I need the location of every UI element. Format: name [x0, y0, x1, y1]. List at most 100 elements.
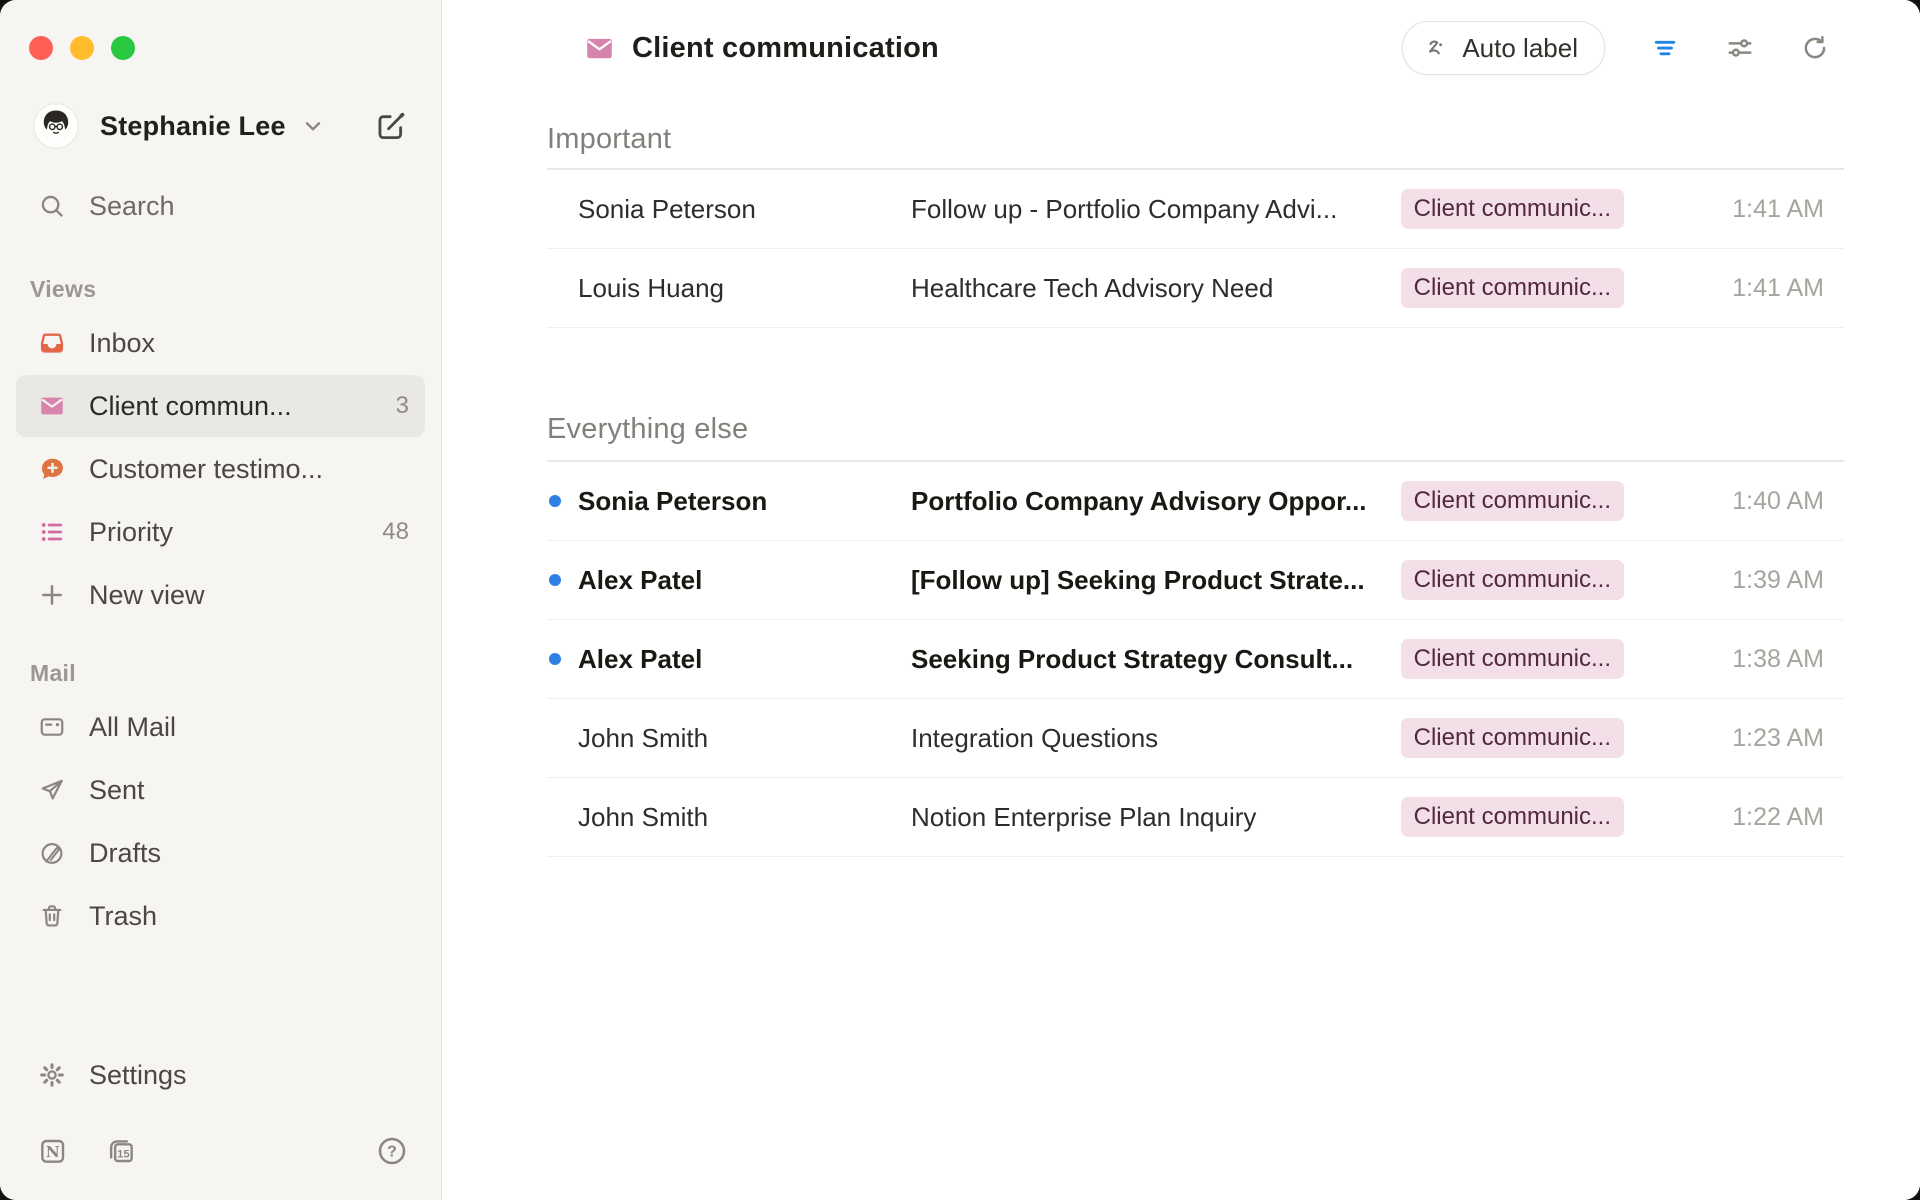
email-time: 1:38 AM [1624, 645, 1824, 674]
user-name: Stephanie Lee [100, 111, 286, 142]
plus-icon [38, 581, 66, 609]
email-time: 1:41 AM [1624, 195, 1824, 224]
email-subject: Integration Questions [911, 723, 1401, 754]
sidebar-nav: Views Inbox Client commun... 3 Customer test… [0, 242, 441, 948]
sidebar-item-trash[interactable]: Trash [16, 885, 425, 947]
list-icon [38, 518, 66, 546]
email-time: 1:22 AM [1624, 803, 1824, 832]
unread-dot-icon [549, 574, 561, 586]
sidebar-item-label: New view [89, 580, 205, 611]
label-badge: Client communic... [1401, 797, 1624, 837]
email-row[interactable]: Sonia PetersonFollow up - Portfolio Comp… [547, 170, 1844, 249]
svg-text:15: 15 [117, 1149, 130, 1161]
label-badge: Client communic... [1401, 718, 1624, 758]
label-badge: Client communic... [1401, 560, 1624, 600]
traffic-light-close[interactable] [29, 36, 53, 60]
email-time: 1:39 AM [1624, 566, 1824, 595]
sidebar: Stephanie Lee Search Views Inbox Client co… [0, 0, 442, 1200]
email-time: 1:23 AM [1624, 724, 1824, 753]
sidebar-item-label: Priority [89, 517, 173, 548]
compose-button[interactable] [374, 109, 408, 143]
mail-icon [38, 392, 66, 420]
email-sender: Alex Patel [578, 644, 911, 675]
display-options-button[interactable] [1725, 33, 1755, 63]
sidebar-item-inbox[interactable]: Inbox [16, 312, 425, 374]
window-controls [0, 0, 441, 60]
email-sender: Alex Patel [578, 565, 911, 596]
email-row[interactable]: John SmithIntegration QuestionsClient co… [547, 699, 1844, 778]
view-header: Client communication Auto label [442, 0, 1920, 96]
sidebar-section-label: Mail [16, 656, 425, 690]
sidebar-item-settings[interactable]: Settings [16, 1044, 425, 1106]
email-sender: Louis Huang [578, 273, 911, 304]
allmail-icon [38, 713, 66, 741]
sidebar-footer: N 15 ? [37, 1128, 408, 1174]
label-badge: Client communic... [1401, 639, 1624, 679]
svg-text:N: N [46, 1143, 60, 1161]
calendar-icon[interactable]: 15 [105, 1135, 137, 1167]
sidebar-item-all-mail[interactable]: All Mail [16, 696, 425, 758]
inbox-icon [38, 329, 66, 357]
label-badge: Client communic... [1401, 189, 1624, 229]
refresh-button[interactable] [1800, 33, 1830, 63]
sidebar-item-label: Drafts [89, 838, 161, 869]
notion-logo-icon[interactable]: N [37, 1135, 69, 1167]
email-row[interactable]: Alex Patel[Follow up] Seeking Product St… [547, 541, 1844, 620]
search-input[interactable]: Search [16, 178, 425, 234]
sidebar-section-label: Views [16, 272, 425, 306]
count-badge: 3 [396, 392, 409, 420]
email-subject: Portfolio Company Advisory Oppor... [911, 486, 1401, 517]
gear-icon [38, 1061, 66, 1089]
email-subject: [Follow up] Seeking Product Strate... [911, 565, 1401, 596]
chat-plus-icon [38, 455, 66, 483]
sidebar-item-sent[interactable]: Sent [16, 759, 425, 821]
mail-label-icon [584, 33, 615, 64]
drafts-icon [38, 839, 66, 867]
sidebar-item-client-commun[interactable]: Client commun... 3 [16, 375, 425, 437]
page-title: Client communication [632, 32, 939, 65]
svg-text:?: ? [387, 1144, 397, 1161]
trash-icon [38, 902, 66, 930]
sidebar-item-label: Trash [89, 901, 157, 932]
sidebar-item-customer-testimo[interactable]: Customer testimo... [16, 438, 425, 500]
email-sender: John Smith [578, 723, 911, 754]
auto-label-text: Auto label [1462, 33, 1578, 64]
email-time: 1:40 AM [1624, 487, 1824, 516]
sidebar-item-label: All Mail [89, 712, 176, 743]
sidebar-item-label: Inbox [89, 328, 155, 359]
label-badge: Client communic... [1401, 268, 1624, 308]
email-row[interactable]: Sonia PetersonPortfolio Company Advisory… [547, 462, 1844, 541]
sidebar-item-label: Client commun... [89, 391, 292, 422]
email-row[interactable]: Alex PatelSeeking Product Strategy Consu… [547, 620, 1844, 699]
email-row[interactable]: Louis HuangHealthcare Tech Advisory Need… [547, 249, 1844, 328]
sidebar-item-drafts[interactable]: Drafts [16, 822, 425, 884]
auto-label-button[interactable]: Auto label [1402, 21, 1605, 75]
avatar [33, 103, 79, 149]
email-subject: Follow up - Portfolio Company Advi... [911, 194, 1401, 225]
search-placeholder: Search [89, 191, 175, 222]
email-subject: Seeking Product Strategy Consult... [911, 644, 1401, 675]
chevron-down-icon [300, 113, 326, 139]
unread-dot-icon [549, 653, 561, 665]
send-icon [38, 776, 66, 804]
unread-dot-icon [549, 495, 561, 507]
count-badge: 48 [382, 518, 409, 546]
sidebar-item-priority[interactable]: Priority 48 [16, 501, 425, 563]
email-list: ImportantSonia PetersonFollow up - Portf… [547, 96, 1844, 857]
main-panel: Client communication Auto label [442, 0, 1920, 1200]
sidebar-item-label: Sent [89, 775, 145, 806]
sidebar-item-new-view[interactable]: New view [16, 564, 425, 626]
email-sender: Sonia Peterson [578, 194, 911, 225]
email-sender: Sonia Peterson [578, 486, 911, 517]
traffic-light-minimize[interactable] [70, 36, 94, 60]
email-subject: Notion Enterprise Plan Inquiry [911, 802, 1401, 833]
filter-button[interactable] [1650, 33, 1680, 63]
email-subject: Healthcare Tech Advisory Need [911, 273, 1401, 304]
help-icon[interactable]: ? [376, 1135, 408, 1167]
traffic-light-zoom[interactable] [111, 36, 135, 60]
account-switcher[interactable]: Stephanie Lee [33, 100, 408, 152]
email-row[interactable]: John SmithNotion Enterprise Plan Inquiry… [547, 778, 1844, 857]
sidebar-item-label: Customer testimo... [89, 454, 323, 485]
section-header: Everything else [547, 398, 1844, 460]
settings-label: Settings [89, 1060, 187, 1091]
